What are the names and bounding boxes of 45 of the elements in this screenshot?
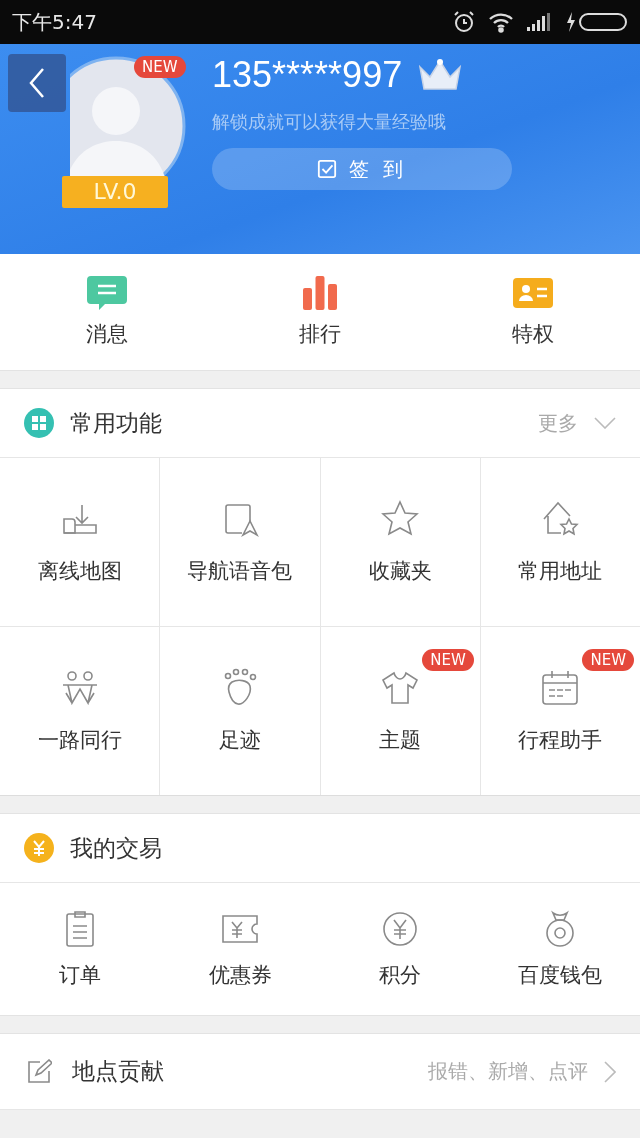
battery-icon <box>564 11 630 33</box>
list-row[interactable]: 地点贡献 报错、新增、点评 <box>0 1034 640 1110</box>
feature-tile[interactable]: NEW 行程助手 <box>480 627 640 795</box>
edit-icon <box>26 1058 52 1085</box>
yen-coin-icon <box>380 909 420 949</box>
chevron-icon <box>604 1060 616 1083</box>
trade-item[interactable]: 优惠券 <box>160 883 320 1015</box>
calendar-icon <box>540 668 581 708</box>
phone-number: 135*****997 <box>212 54 403 96</box>
grid-icon <box>24 408 54 438</box>
hint-text: 解锁成就可以获得大量经验哦 <box>212 110 447 134</box>
wifi-icon <box>488 11 514 33</box>
new-badge: NEW <box>582 649 634 671</box>
checkbox-icon <box>316 159 337 179</box>
trade-item[interactable]: 积分 <box>320 883 480 1015</box>
crown-icon <box>418 59 463 91</box>
trade-item[interactable]: 订单 <box>0 883 160 1015</box>
bar-chart-icon <box>300 276 340 310</box>
id-card-icon <box>513 276 554 310</box>
back-button[interactable] <box>8 54 66 112</box>
quick-link[interactable]: 特权 <box>426 254 640 370</box>
alarm-icon <box>452 10 476 34</box>
new-badge: NEW <box>422 649 474 671</box>
new-badge: NEW <box>134 56 186 78</box>
quick-link[interactable]: 消息 <box>0 254 214 370</box>
feature-tile[interactable]: 常用地址 <box>480 458 640 626</box>
feature-tile[interactable]: 离线地图 <box>0 458 160 626</box>
row-title: 地点贡献 <box>72 1057 165 1086</box>
feature-tile[interactable]: 收藏夹 <box>320 458 480 626</box>
feature-tile[interactable]: 导航语音包 <box>160 458 320 626</box>
feature-tile[interactable]: 足迹 <box>160 627 320 795</box>
message-icon <box>86 276 127 310</box>
row-hint: 报错、新增、点评 <box>428 1058 588 1085</box>
feature-tile[interactable]: 一路同行 <box>0 627 160 795</box>
yen-coin-icon <box>24 833 54 863</box>
chevron-left-icon <box>27 66 47 100</box>
level-badge: LV.0 <box>62 176 168 208</box>
feature-tile[interactable]: NEW 主题 <box>320 627 480 795</box>
status-time: 下午5:47 <box>12 8 97 36</box>
chevron-down-icon <box>594 417 616 429</box>
section-title: 我的交易 <box>70 833 163 863</box>
signal-icon <box>526 12 552 32</box>
quick-link[interactable]: 排行 <box>213 254 427 370</box>
trade-item[interactable]: 百度钱包 <box>480 883 640 1015</box>
section-title: 常用功能 <box>70 408 163 438</box>
